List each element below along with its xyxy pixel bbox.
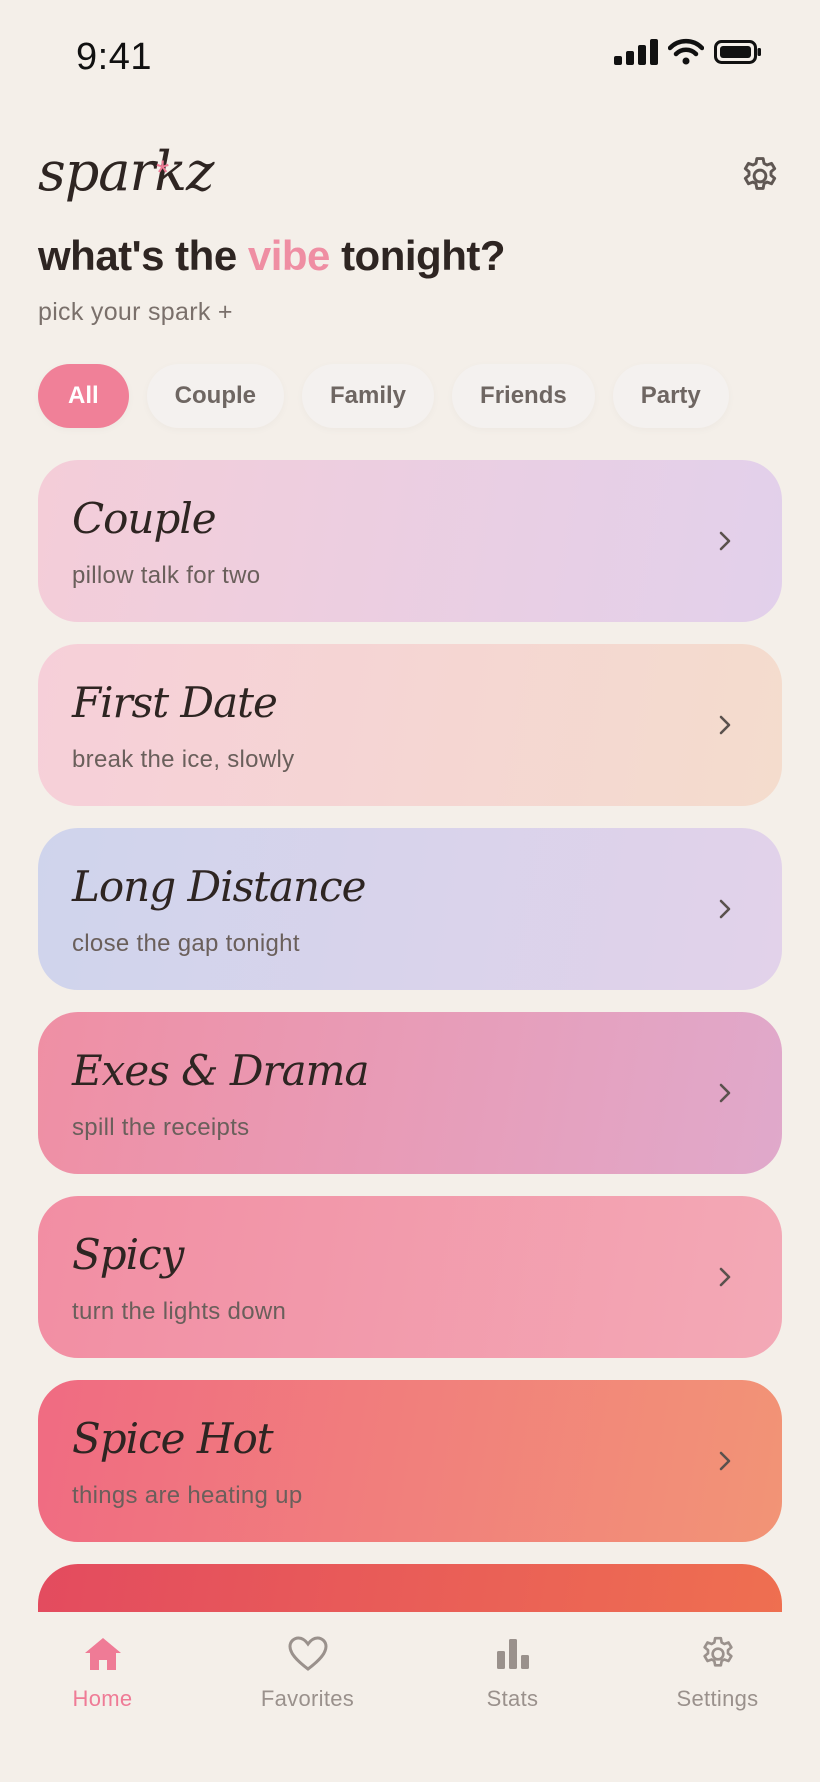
- card-chevron: [706, 1074, 744, 1112]
- card-chevron: [706, 706, 744, 744]
- cellular-signal-icon: [614, 39, 658, 65]
- chevron-right-icon: [719, 1083, 731, 1103]
- card-subtitle: pillow talk for two: [72, 562, 261, 589]
- headline-pre: what's the: [38, 232, 248, 279]
- chevron-right-icon: [719, 899, 731, 919]
- tab-settings[interactable]: Settings: [615, 1632, 820, 1712]
- card-chevron: [706, 522, 744, 560]
- category-card-first-date[interactable]: First Date break the ice, slowly: [38, 644, 782, 806]
- filter-chip-couple[interactable]: Couple: [146, 364, 284, 428]
- status-time: 9:41: [76, 36, 152, 78]
- card-title: Spice Hot: [72, 1414, 274, 1463]
- gear-icon: [743, 157, 777, 190]
- headline-accent: vibe: [247, 232, 331, 279]
- page-title: what's the vibe tonight?: [38, 232, 506, 280]
- bottom-tab-bar: Home Favorites Stats Settings: [0, 1612, 820, 1782]
- tab-settings-label: Settings: [676, 1686, 759, 1711]
- tab-stats-label: Stats: [486, 1686, 539, 1711]
- filter-chips: All Couple Family Friends Party: [38, 364, 729, 428]
- chevron-right-icon: [719, 1451, 731, 1471]
- heart-icon: [287, 1636, 328, 1671]
- tab-favorites[interactable]: Favorites: [205, 1632, 410, 1712]
- category-card-spice-hot[interactable]: Spice Hot things are heating up: [38, 1380, 782, 1542]
- category-card-long-distance[interactable]: Long Distance close the gap tonight: [38, 828, 782, 990]
- wifi-icon: [668, 38, 704, 65]
- card-title: Spicy: [72, 1230, 184, 1279]
- battery-icon: [714, 40, 761, 64]
- status-icons: [614, 38, 762, 66]
- card-subtitle: turn the lights down: [72, 1298, 287, 1325]
- card-title: First Date: [72, 678, 278, 727]
- card-title: Long Distance: [72, 862, 366, 911]
- tab-home-label: Home: [72, 1686, 133, 1711]
- page-subtitle: pick your spark +: [38, 298, 233, 326]
- gear-icon: [702, 1636, 733, 1667]
- filter-chip-all[interactable]: All: [38, 364, 129, 428]
- filter-chip-family[interactable]: Family: [302, 364, 435, 428]
- tab-favorites-label: Favorites: [260, 1686, 355, 1711]
- bar-chart-icon: [496, 1639, 529, 1669]
- tab-stats[interactable]: Stats: [410, 1632, 615, 1712]
- card-title: Exes & Drama: [72, 1046, 369, 1095]
- app-logo: sparkz: [38, 140, 214, 203]
- logo-star-icon: *: [156, 154, 170, 192]
- card-chevron: [706, 1442, 744, 1480]
- chevron-right-icon: [719, 531, 731, 551]
- home-icon: [84, 1638, 121, 1670]
- category-card-couple[interactable]: Couple pillow talk for two: [38, 460, 782, 622]
- card-chevron: [706, 1258, 744, 1296]
- card-subtitle: break the ice, slowly: [72, 746, 295, 773]
- chevron-right-icon: [719, 715, 731, 735]
- headline-post: tonight?: [329, 232, 505, 279]
- status-bar: 9:41: [0, 0, 820, 120]
- card-subtitle: close the gap tonight: [72, 930, 300, 957]
- card-title: Couple: [72, 494, 217, 543]
- category-card-spicy[interactable]: Spicy turn the lights down: [38, 1196, 782, 1358]
- filter-chip-friends[interactable]: Friends: [452, 364, 595, 428]
- chevron-right-icon: [719, 1267, 731, 1287]
- card-chevron: [706, 890, 744, 928]
- card-subtitle: spill the receipts: [72, 1114, 250, 1141]
- brand-row: sparkz *: [38, 140, 782, 220]
- settings-button[interactable]: [738, 154, 782, 198]
- tab-home[interactable]: Home: [0, 1632, 205, 1712]
- category-card-exes-drama[interactable]: Exes & Drama spill the receipts: [38, 1012, 782, 1174]
- card-subtitle: things are heating up: [72, 1482, 303, 1509]
- filter-chip-party[interactable]: Party: [612, 364, 729, 428]
